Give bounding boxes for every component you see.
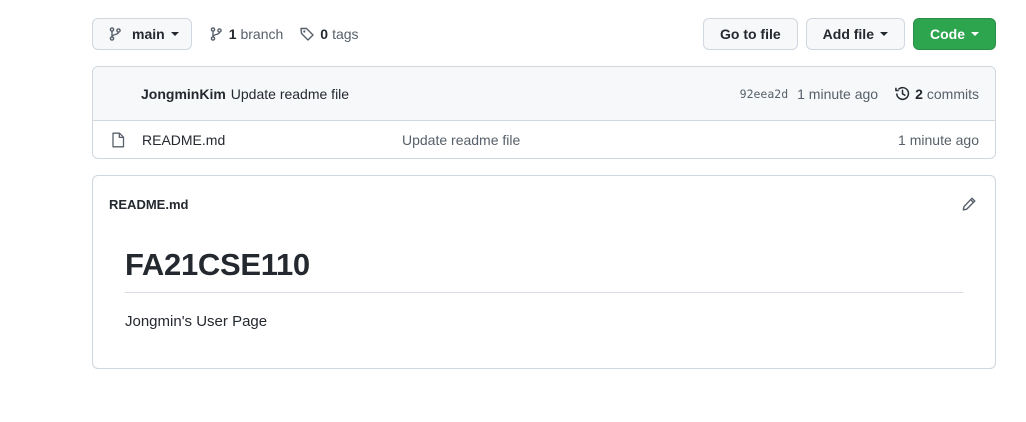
branch-count: 1 bbox=[228, 26, 237, 42]
latest-commit-bar: JongminKim Update readme file 92eea2d 1 … bbox=[93, 67, 995, 121]
file-list: JongminKim Update readme file 92eea2d 1 … bbox=[92, 66, 996, 159]
code-label: Code bbox=[930, 26, 965, 42]
pencil-icon bbox=[962, 197, 976, 211]
readme-body: FA21CSE110 Jongmin's User Page bbox=[93, 232, 995, 330]
edit-readme-button[interactable] bbox=[959, 194, 979, 214]
readme-file-name[interactable]: README.md bbox=[109, 197, 188, 212]
commit-count-label: commits bbox=[926, 85, 979, 102]
commits-history-link[interactable]: 2 commits bbox=[894, 85, 979, 102]
tag-label: tags bbox=[332, 26, 359, 42]
branch-select-button[interactable]: main bbox=[92, 18, 192, 50]
code-button[interactable]: Code bbox=[913, 18, 996, 50]
commit-sha[interactable]: 92eea2d bbox=[740, 87, 788, 101]
readme-heading: FA21CSE110 bbox=[125, 246, 963, 294]
git-branch-icon bbox=[109, 27, 121, 41]
tags-link[interactable]: 0 tags bbox=[299, 26, 359, 42]
repo-toolbar: main 1 branch 0 tags Go to file Add file… bbox=[92, 18, 996, 50]
go-to-file-button[interactable]: Go to file bbox=[702, 18, 798, 50]
file-name[interactable]: README.md bbox=[142, 132, 402, 148]
repository-view: main 1 branch 0 tags Go to file Add file… bbox=[0, 0, 1026, 422]
add-file-label: Add file bbox=[822, 26, 874, 42]
git-branch-icon bbox=[210, 27, 222, 41]
commit-message[interactable]: Update readme file bbox=[231, 86, 349, 102]
tag-count: 0 bbox=[320, 26, 329, 42]
chevron-down-icon bbox=[971, 32, 979, 36]
readme-panel: README.md FA21CSE110 Jongmin's User Page bbox=[92, 175, 996, 369]
commit-author[interactable]: JongminKim bbox=[141, 86, 226, 102]
file-commit-time: 1 minute ago bbox=[898, 131, 979, 148]
commit-time: 1 minute ago bbox=[797, 85, 879, 102]
branch-label: branch bbox=[240, 26, 284, 42]
add-file-button[interactable]: Add file bbox=[805, 18, 905, 50]
tag-icon bbox=[300, 27, 314, 41]
file-icon bbox=[111, 132, 127, 148]
branch-name: main bbox=[132, 26, 165, 42]
history-icon bbox=[895, 86, 910, 100]
file-row[interactable]: README.md Update readme file 1 minute ag… bbox=[93, 121, 995, 158]
readme-paragraph: Jongmin's User Page bbox=[125, 313, 268, 331]
file-commit-message[interactable]: Update readme file bbox=[402, 132, 520, 148]
chevron-down-icon bbox=[880, 32, 888, 36]
readme-header: README.md bbox=[93, 176, 995, 232]
branches-link[interactable]: 1 branch bbox=[208, 26, 284, 42]
chevron-down-icon bbox=[170, 32, 179, 36]
commit-count: 2 bbox=[915, 85, 923, 102]
